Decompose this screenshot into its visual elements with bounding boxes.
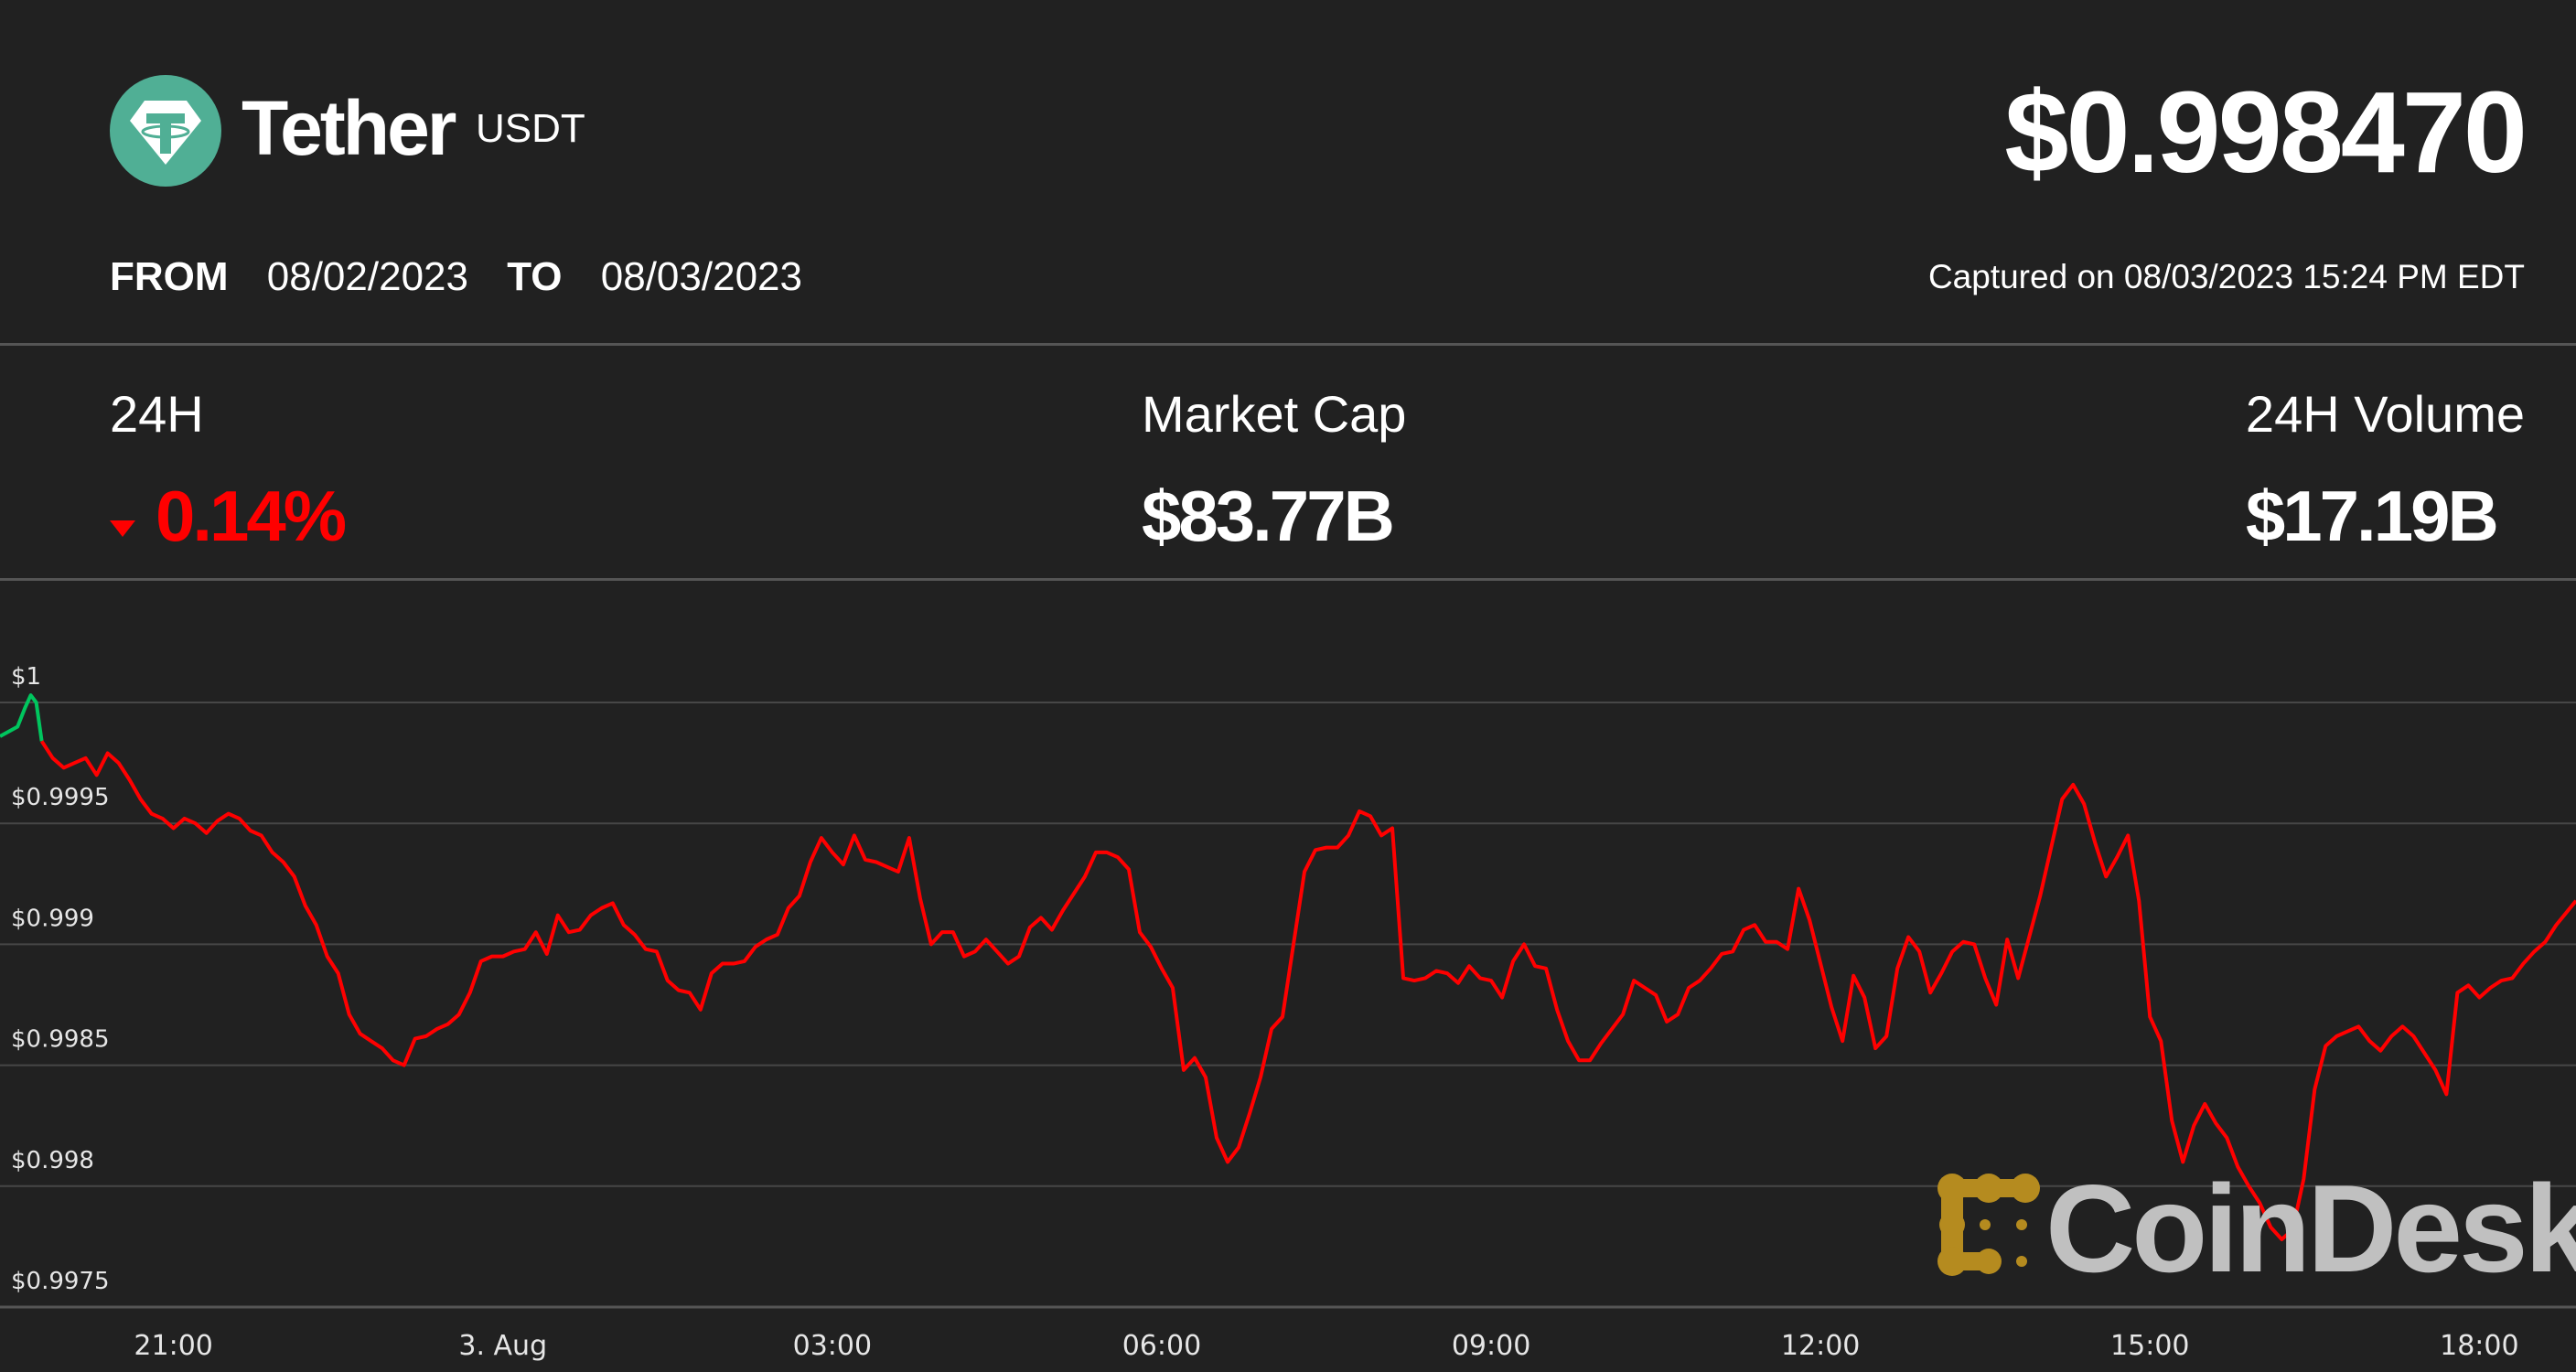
x-tick-label: 18:00 — [2440, 1330, 2518, 1362]
to-label: TO — [507, 254, 563, 299]
x-tick-label: 09:00 — [1452, 1330, 1530, 1362]
coin-symbol: USDT — [476, 106, 585, 151]
stat-value: $83.77B — [1142, 476, 1395, 556]
x-axis-ticks: 21:00 3. Aug 03:00 06:00 09:00 12:00 15:00 18:0… — [134, 1330, 2518, 1362]
captured-timestamp: Captured on 08/03/2023 15:24 PM EDT — [1927, 258, 2525, 295]
x-tick-label: 06:00 — [1122, 1330, 1201, 1362]
x-tick-label: 15:00 — [2110, 1330, 2189, 1362]
x-tick-label: 21:00 — [134, 1330, 212, 1362]
y-tick-label: $0.998 — [11, 1147, 94, 1174]
header: Tether USDT $0.998470 FROM 08/02/2023 TO… — [0, 0, 2576, 344]
stat-value: $17.19B — [2245, 476, 2499, 556]
y-tick-label: $0.9975 — [11, 1268, 110, 1295]
from-label: FROM — [110, 254, 229, 299]
down-triangle-icon — [110, 520, 135, 538]
x-tick-label: 03:00 — [793, 1330, 872, 1362]
stats-divider — [0, 578, 2576, 581]
date-range: FROM 08/02/2023 TO 08/03/2023 — [110, 254, 830, 300]
tether-logo-icon — [110, 75, 221, 187]
stat-market-cap: Market Cap $83.77B — [1142, 384, 1406, 558]
change-percent: 0.14% — [156, 476, 347, 556]
stat-24h-change: 24H 0.14% — [110, 384, 347, 558]
y-tick-label: $0.999 — [11, 905, 94, 932]
from-date: 08/02/2023 — [266, 254, 468, 299]
coindesk-logo-icon — [1937, 1174, 2040, 1276]
stat-label: 24H — [110, 385, 204, 443]
stat-value: 0.14% — [110, 475, 347, 558]
header-divider — [0, 343, 2576, 346]
x-tick-label: 12:00 — [1781, 1330, 1860, 1362]
stat-24h-volume: 24H Volume $17.19B — [2246, 384, 2525, 558]
coin-name: Tether — [242, 85, 456, 171]
coindesk-watermark: CoinDesk — [1936, 1159, 2576, 1298]
to-date: 08/03/2023 — [600, 254, 802, 299]
y-axis-ticks: $1 $0.9995 $0.999 $0.9985 $0.998 $0.9975 — [11, 663, 110, 1295]
y-tick-label: $0.9985 — [11, 1026, 110, 1054]
stat-label: 24H Volume — [2245, 385, 2525, 443]
stat-label: Market Cap — [1142, 385, 1407, 443]
current-price: $0.998470 — [2004, 68, 2528, 197]
x-tick-label: 3. Aug — [458, 1330, 547, 1362]
y-tick-label: $1 — [11, 663, 41, 691]
y-tick-label: $0.9995 — [11, 784, 110, 811]
coindesk-wordmark: CoinDesk — [2045, 1159, 2576, 1298]
